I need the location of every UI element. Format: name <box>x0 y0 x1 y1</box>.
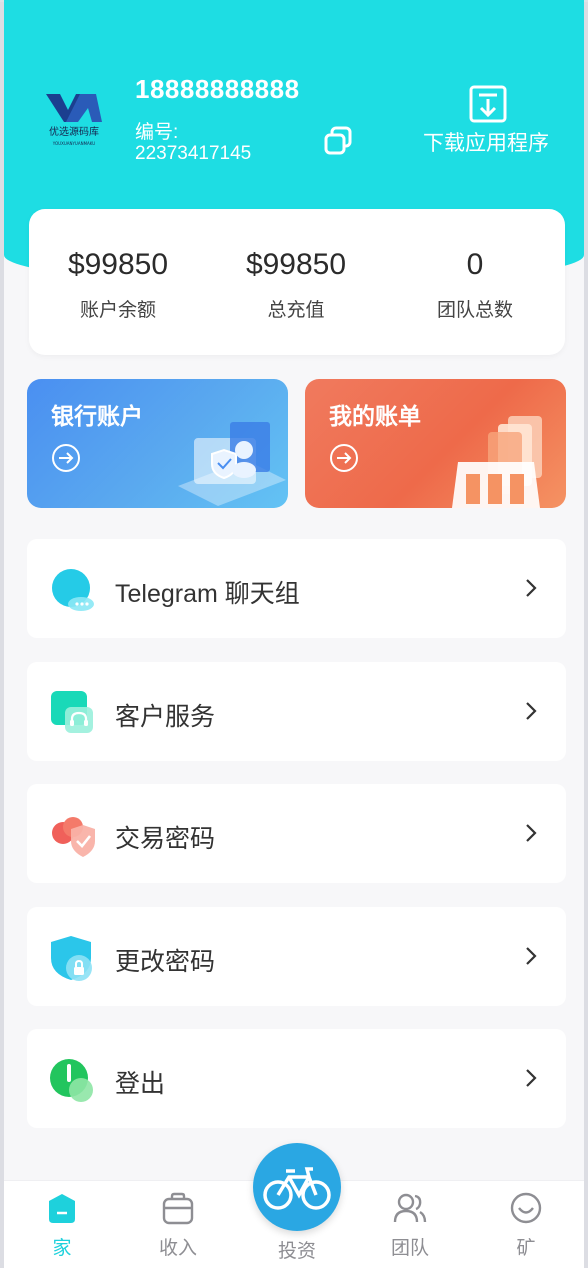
bicycle-icon <box>263 1167 331 1210</box>
chevron-right-icon <box>526 1069 537 1087</box>
logo-text: 优选源码库 <box>49 125 99 138</box>
tab-income[interactable]: 收入 <box>120 1191 236 1268</box>
menu-item-change-password[interactable]: 更改密码 <box>27 907 566 1006</box>
user-id-value: 22373417145 <box>135 143 252 164</box>
arrow-right-circle-icon <box>330 444 358 472</box>
bill-illustration-icon <box>452 416 542 508</box>
chevron-right-icon <box>526 579 537 597</box>
shield-check-icon <box>52 817 95 857</box>
logo-subtext: YOUXUANYUANMAKU <box>52 141 96 146</box>
tab-team[interactable]: 团队 <box>352 1191 468 1268</box>
stat-label: 团队总数 <box>436 300 513 321</box>
stat-team-total: 0 团队总数 <box>386 247 564 322</box>
stat-label: 总充值 <box>267 300 325 321</box>
download-app-button[interactable]: 下载应用程序 <box>419 85 559 155</box>
tab-label: 矿 <box>516 1238 536 1259</box>
download-icon <box>469 85 507 123</box>
tab-label: 家 <box>52 1238 72 1259</box>
copy-icon[interactable] <box>322 125 354 157</box>
bank-account-card[interactable]: 银行账户 <box>27 379 288 508</box>
smile-icon <box>510 1192 542 1224</box>
tab-label: 团队 <box>390 1238 429 1259</box>
power-icon <box>50 1059 93 1102</box>
bank-illustration-icon <box>178 422 286 506</box>
user-id-label: 编号: <box>135 122 179 143</box>
brand-logo: 优选源码库 YOUXUANYUANMAKU <box>46 94 102 146</box>
menu-label: 交易密码 <box>115 825 216 853</box>
menu-item-logout[interactable]: 登出 <box>27 1029 566 1128</box>
chevron-right-icon <box>526 947 537 965</box>
lock-shield-icon <box>51 936 92 981</box>
invest-label: 投资 <box>277 1241 316 1262</box>
menu-label: Telegram 聊天组 <box>115 580 300 608</box>
stats-card: $99850 账户余额 $99850 总充值 0 团队总数 <box>29 209 565 355</box>
stat-value: 0 <box>466 248 484 281</box>
home-icon <box>49 1194 75 1223</box>
arrow-right-circle-icon <box>52 444 80 472</box>
menu-label: 登出 <box>115 1070 166 1098</box>
stat-total-recharge: $99850 总充值 <box>207 247 385 322</box>
team-icon <box>393 1193 427 1223</box>
download-app-label: 下载应用程序 <box>423 132 549 155</box>
page: 优选源码库 YOUXUANYUANMAKU 18888888888 编号: 22… <box>4 0 584 1268</box>
tab-label: 收入 <box>158 1238 197 1259</box>
menu-label: 客户服务 <box>115 703 216 731</box>
menu-item-telegram[interactable]: Telegram 聊天组 <box>27 539 566 638</box>
stat-label: 账户余额 <box>79 300 156 321</box>
menu-item-customer-service[interactable]: 客户服务 <box>27 662 566 761</box>
stat-value: $99850 <box>67 248 169 281</box>
chat-icon <box>52 569 94 611</box>
tab-home[interactable]: 家 <box>4 1191 120 1268</box>
chevron-right-icon <box>526 824 537 842</box>
user-phone: 18888888888 <box>135 74 300 104</box>
menu-label: 更改密码 <box>115 948 216 976</box>
stat-value: $99850 <box>245 248 347 281</box>
my-bill-title: 我的账单 <box>329 403 421 429</box>
tab-mine[interactable]: 矿 <box>468 1191 584 1268</box>
my-bill-card[interactable]: 我的账单 <box>305 379 566 508</box>
chevron-right-icon <box>526 702 537 720</box>
invest-center-button[interactable] <box>253 1143 341 1231</box>
headset-icon <box>51 691 93 733</box>
menu-item-trade-password[interactable]: 交易密码 <box>27 784 566 883</box>
stat-balance: $99850 账户余额 <box>29 247 207 322</box>
bank-account-title: 银行账户 <box>51 403 143 429</box>
briefcase-icon <box>162 1192 194 1225</box>
